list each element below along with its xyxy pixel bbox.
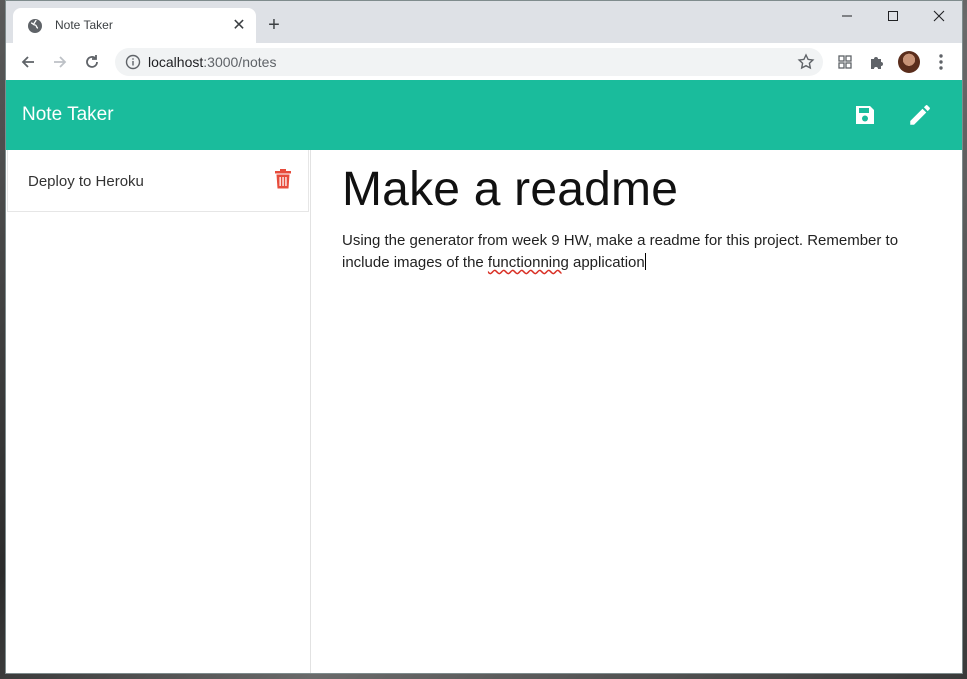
note-title-input[interactable]: Make a readme	[342, 162, 678, 217]
misspelled-word: functionning	[487, 254, 569, 271]
new-tab-icon[interactable]: +	[263, 14, 285, 36]
trash-icon[interactable]	[274, 169, 292, 189]
bookmark-star-icon[interactable]	[797, 53, 815, 71]
note-text-area[interactable]: Using the generator from week 9 HW, make…	[342, 230, 942, 274]
window-close-icon[interactable]	[916, 1, 962, 31]
note-editor: Make a readme Using the generator from w…	[311, 150, 962, 673]
browser-toolbar: localhost:3000/notes	[6, 43, 962, 81]
forward-icon[interactable]	[48, 50, 72, 74]
app-navbar: Note Taker	[6, 80, 962, 150]
tab-strip: Note Taker ✕ +	[6, 1, 962, 43]
back-icon[interactable]	[16, 50, 40, 74]
maximize-icon[interactable]	[870, 1, 916, 31]
app-brand[interactable]: Note Taker	[22, 104, 114, 126]
info-icon[interactable]	[125, 54, 141, 70]
extensions-puzzle-icon[interactable]	[866, 51, 888, 73]
url-host: localhost	[148, 54, 204, 70]
menu-kebab-icon[interactable]	[930, 51, 952, 73]
profile-avatar[interactable]	[898, 51, 920, 73]
tab-title: Note Taker	[55, 18, 113, 32]
minimize-icon[interactable]	[824, 1, 870, 31]
browser-window: Note Taker ✕ + localhost:3000/notes Note…	[5, 0, 963, 674]
globe-icon	[28, 19, 42, 33]
close-tab-icon[interactable]: ✕	[228, 14, 250, 36]
url-path: :3000/notes	[203, 54, 277, 70]
note-title: Deploy to Heroku	[28, 173, 144, 190]
address-bar[interactable]: localhost:3000/notes	[115, 48, 823, 76]
text-cursor	[644, 253, 646, 270]
list-item[interactable]: Deploy to Heroku	[7, 150, 309, 212]
save-icon[interactable]	[851, 101, 879, 129]
browser-tab[interactable]: Note Taker ✕	[13, 8, 256, 43]
note-text-part: application	[568, 254, 645, 271]
reload-icon[interactable]	[80, 50, 104, 74]
apps-grid-icon[interactable]	[834, 51, 856, 73]
pencil-icon[interactable]	[906, 101, 934, 129]
url-text: localhost:3000/notes	[148, 54, 276, 70]
notes-sidebar: Deploy to Heroku	[6, 150, 311, 673]
